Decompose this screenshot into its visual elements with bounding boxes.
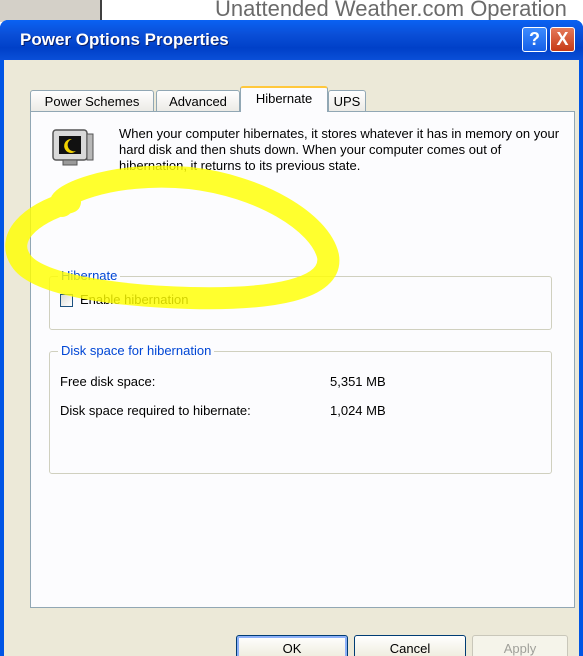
- screenshot-stage: Unattended Weather.com Operation Power O…: [0, 0, 583, 656]
- dialog-client-area: Power Schemes Advanced Hibernate UPS Whe…: [4, 60, 579, 656]
- dialog-title: Power Options Properties: [20, 30, 229, 49]
- title-bar[interactable]: Power Options Properties ? X: [0, 20, 583, 60]
- enable-hibernation-label[interactable]: Enable hibernation: [80, 292, 188, 307]
- free-disk-space-value: 5,351 MB: [330, 374, 386, 389]
- ok-button[interactable]: OK: [236, 635, 348, 656]
- tab-power-schemes[interactable]: Power Schemes: [30, 90, 154, 111]
- apply-button[interactable]: Apply: [472, 635, 568, 656]
- tab-ups[interactable]: UPS: [328, 90, 366, 111]
- background-window-strip: [0, 0, 102, 22]
- monitor-moon-icon: [52, 129, 94, 166]
- required-disk-space-label: Disk space required to hibernate:: [60, 403, 251, 418]
- background-window-title: Unattended Weather.com Operation: [215, 0, 567, 21]
- disk-space-groupbox: Disk space for hibernation Free disk spa…: [49, 343, 552, 474]
- hibernate-tab-panel: When your computer hibernates, it stores…: [30, 111, 575, 608]
- tab-hibernate[interactable]: Hibernate: [240, 86, 328, 112]
- help-button[interactable]: ?: [522, 27, 547, 52]
- background-window: Unattended Weather.com Operation: [0, 0, 583, 22]
- disk-space-group-label: Disk space for hibernation: [58, 343, 215, 358]
- hibernate-description: When your computer hibernates, it stores…: [119, 126, 560, 173]
- close-button[interactable]: X: [550, 27, 575, 52]
- hibernate-groupbox: Hibernate Enable hibernation: [49, 268, 552, 330]
- tab-advanced[interactable]: Advanced: [156, 90, 240, 111]
- free-disk-space-label: Free disk space:: [60, 374, 156, 389]
- hibernate-group-label: Hibernate: [58, 268, 121, 283]
- required-disk-space-value: 1,024 MB: [330, 403, 386, 418]
- enable-hibernation-checkbox[interactable]: [60, 294, 73, 307]
- cancel-button[interactable]: Cancel: [354, 635, 466, 656]
- power-options-dialog: Power Options Properties ? X Power Schem…: [0, 20, 583, 656]
